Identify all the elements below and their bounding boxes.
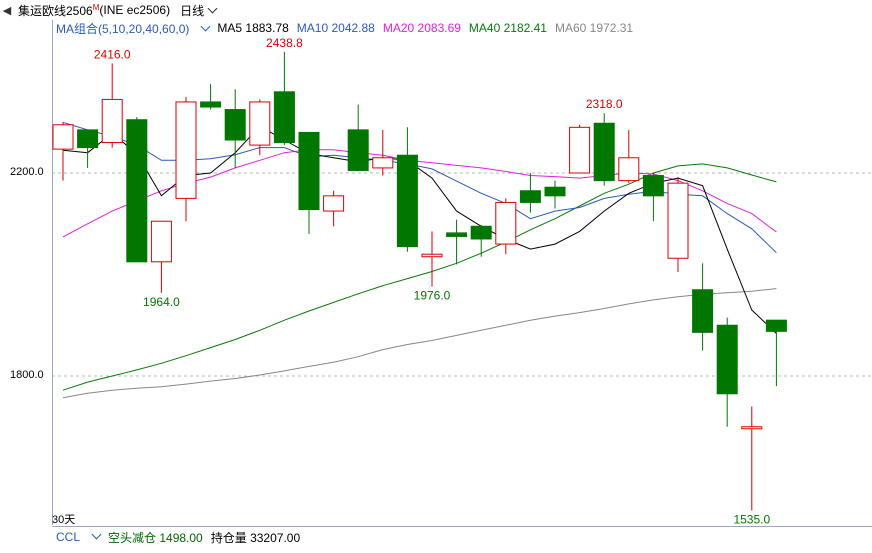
price-annotation: 1535.0 xyxy=(733,512,770,526)
candle-down xyxy=(298,131,320,211)
candle-up xyxy=(150,220,172,263)
candle-down xyxy=(519,190,541,203)
candle-down xyxy=(77,129,99,149)
price-annotation: 2318.0 xyxy=(586,97,623,111)
chevron-down-icon xyxy=(200,21,211,31)
y-tick-2200: 2200.0 xyxy=(10,166,44,178)
candle-down xyxy=(544,186,566,197)
open-interest-value: 持仓量 33207.00 xyxy=(210,530,301,545)
price-annotation: 1964.0 xyxy=(143,295,180,309)
ccl-selector[interactable]: CCL xyxy=(56,529,102,544)
price-annotation: 1976.0 xyxy=(414,289,451,303)
candle-up xyxy=(101,98,123,144)
candle-up xyxy=(323,195,345,212)
ma60-value: MA60 1972.31 xyxy=(554,21,634,35)
candle-up xyxy=(667,182,689,259)
candle-down xyxy=(765,319,787,332)
candle-down xyxy=(692,289,714,333)
candle-down xyxy=(273,91,295,144)
ma-group-label: MA组合(5,10,20,40,60,0) xyxy=(56,21,190,36)
candle-down xyxy=(716,324,738,395)
period-count: 30天 xyxy=(52,514,76,526)
candle-down xyxy=(224,109,246,141)
candle-down xyxy=(593,122,615,182)
ma10-value: MA10 2042.88 xyxy=(296,21,375,35)
short-reduce-value: 空头减仓 1498.00 xyxy=(108,530,203,545)
candle-up xyxy=(618,157,640,182)
y-tick-1800: 1800.0 xyxy=(10,369,44,381)
candle-up xyxy=(175,101,197,199)
candle-up xyxy=(372,157,394,169)
ma5-value: MA5 1883.78 xyxy=(217,21,289,35)
candle-down xyxy=(642,175,664,197)
candle-up xyxy=(569,126,591,174)
candle-down xyxy=(200,101,222,108)
ccl-label: CCL xyxy=(56,530,81,544)
candle-down xyxy=(126,119,148,263)
ma-legend: MA组合(5,10,20,40,60,0) MA5 1883.78 MA10 2… xyxy=(56,20,641,36)
candle-down xyxy=(347,129,369,171)
ma40-value: MA40 2182.41 xyxy=(468,21,547,35)
ma20-value: MA20 2083.69 xyxy=(382,21,461,35)
candle-up xyxy=(421,253,443,258)
chevron-down-icon xyxy=(91,529,102,540)
ma-group-selector[interactable]: MA组合(5,10,20,40,60,0) xyxy=(56,20,211,37)
candle-up xyxy=(52,124,74,150)
candle-up xyxy=(741,426,763,430)
candle-down xyxy=(396,154,418,248)
candlestick-chart[interactable]: 2416.0 1964.0 2438.8 1976.0 2318.0 1535.0 xyxy=(0,0,872,553)
price-annotation: 2438.8 xyxy=(266,36,303,50)
candle-up xyxy=(495,201,517,245)
candle-down xyxy=(446,232,468,237)
candle-up xyxy=(249,101,271,146)
indicator-bar: CCL 空头减仓 1498.00 持仓量 33207.00 xyxy=(52,526,872,547)
candle-down xyxy=(470,225,492,240)
price-annotation: 2416.0 xyxy=(94,47,131,61)
